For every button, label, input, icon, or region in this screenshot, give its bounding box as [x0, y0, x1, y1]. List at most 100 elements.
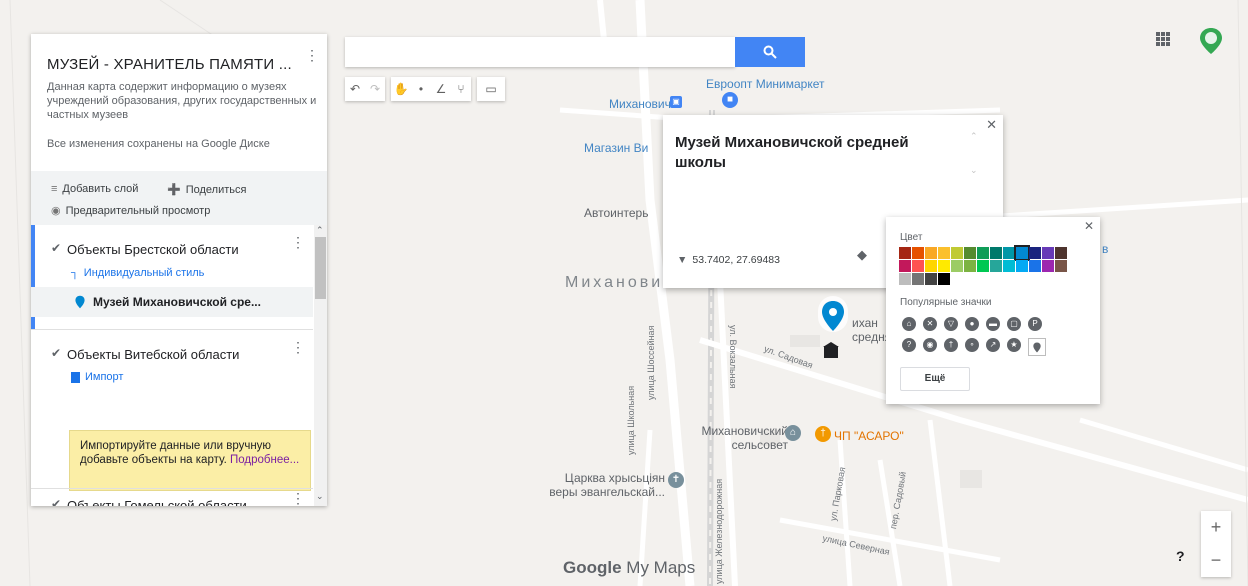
layer-checkbox-icon[interactable]: ✔ — [51, 346, 61, 360]
info-scroll[interactable]: ⌃ ⌄ — [970, 131, 986, 181]
hiking-icon[interactable]: ↗ — [986, 338, 1000, 352]
restaurant-poi-icon[interactable]: † — [815, 426, 831, 442]
zoom-controls: + − — [1201, 511, 1231, 577]
color-swatch[interactable] — [1003, 260, 1015, 272]
bike-icon[interactable]: ∘ — [965, 338, 979, 352]
more-icons-button[interactable]: Ещё — [900, 367, 970, 391]
search-input[interactable] — [345, 37, 741, 65]
line-icon[interactable]: ∠ — [431, 77, 451, 101]
color-swatch[interactable] — [951, 247, 963, 259]
church-poi-icon[interactable]: ✝ — [668, 472, 684, 488]
coordinates-text: 53.7402, 27.69483 — [692, 254, 780, 266]
color-swatch[interactable] — [964, 247, 976, 259]
camera-icon[interactable]: ◉ — [923, 338, 937, 352]
color-swatch[interactable] — [1042, 260, 1054, 272]
color-swatch[interactable] — [1029, 260, 1041, 272]
drink-icon[interactable]: ▽ — [944, 317, 958, 331]
color-swatch[interactable] — [990, 260, 1002, 272]
search-button[interactable] — [735, 37, 805, 67]
scroll-down-icon[interactable]: ⌄ — [970, 165, 978, 176]
color-swatch[interactable] — [1055, 260, 1067, 272]
color-swatch[interactable] — [951, 260, 963, 272]
color-swatch[interactable] — [938, 260, 950, 272]
layer-title[interactable]: Объекты Брестской области — [67, 242, 239, 257]
route-icon[interactable]: ⑂ — [451, 77, 471, 101]
color-swatch[interactable] — [925, 247, 937, 259]
hand-icon[interactable]: ✋ — [391, 77, 411, 101]
color-swatch[interactable] — [912, 247, 924, 259]
color-swatch[interactable] — [899, 247, 911, 259]
color-swatch[interactable] — [938, 273, 950, 285]
color-swatch[interactable] — [964, 260, 976, 272]
undo-icon[interactable]: ↶ — [345, 77, 365, 101]
scroll-up-icon[interactable]: ⌃ — [970, 131, 978, 142]
zoom-out-button[interactable]: − — [1201, 544, 1231, 577]
add-layer-button[interactable]: ≡ Добавить слой — [51, 183, 138, 195]
help-button[interactable]: ? — [1176, 548, 1185, 564]
scroll-down-icon[interactable]: ⌄ — [316, 491, 324, 502]
color-swatch[interactable] — [1003, 247, 1015, 259]
color-swatch[interactable] — [899, 273, 911, 285]
color-swatch[interactable] — [899, 260, 911, 272]
style-paint-bucket-icon[interactable]: ◆ — [857, 247, 867, 263]
color-swatch[interactable] — [1016, 260, 1028, 272]
close-icon[interactable]: ✕ — [986, 117, 997, 133]
question-icon[interactable]: ? — [902, 338, 916, 352]
share-button[interactable]: ➕ Поделиться — [167, 183, 246, 197]
map-description[interactable]: Данная карта содержит информацию о музея… — [47, 80, 317, 122]
redo-icon[interactable]: ↷ — [365, 77, 385, 101]
color-swatch[interactable] — [990, 247, 1002, 259]
learn-more-link[interactable]: Подробнее... — [230, 454, 299, 466]
color-swatch[interactable] — [1014, 245, 1030, 261]
close-icon[interactable]: ✕ — [1084, 219, 1094, 233]
shop-poi-icon[interactable]: ■ — [722, 92, 738, 108]
import-link[interactable]: Импорт — [71, 371, 123, 383]
color-swatch[interactable] — [925, 273, 937, 285]
layer-brest[interactable]: ✔ Объекты Брестской области ⋮ ┐ Индивиду… — [31, 225, 313, 329]
undo-redo-group: ↶ ↷ — [345, 77, 385, 101]
person-icon[interactable]: † — [944, 338, 958, 352]
color-swatch[interactable] — [938, 247, 950, 259]
layer-checkbox-icon[interactable]: ✔ — [51, 497, 61, 506]
star-icon[interactable]: ★ — [1007, 338, 1021, 352]
color-swatch[interactable] — [977, 247, 989, 259]
zoom-in-button[interactable]: + — [1201, 511, 1231, 544]
preview-button[interactable]: ◉ Предварительный просмотр — [51, 204, 210, 218]
layer-gomel[interactable]: ✔ Объекты Гомельской области ⋮ — [31, 489, 313, 506]
layers-scrollbar[interactable]: ⌃ ⌄ — [314, 225, 327, 506]
layer-options-kebab-icon[interactable]: ⋮ — [291, 235, 305, 249]
scrollbar-thumb[interactable] — [315, 237, 326, 299]
place-title[interactable]: Музей Михановичской средней школы — [675, 133, 935, 173]
car-icon[interactable]: ▬ — [986, 317, 1000, 331]
layer-item-museum[interactable]: Музей Михановичской сре... — [31, 287, 313, 317]
place-marker-icon[interactable] — [1028, 338, 1046, 356]
store-poi-icon[interactable]: ▣ — [670, 96, 682, 108]
bus-icon[interactable]: ▢ — [1007, 317, 1021, 331]
layer-title[interactable]: Объекты Витебской области — [67, 347, 239, 362]
government-poi-icon[interactable]: ⌂ — [785, 425, 801, 441]
apps-grid-icon[interactable] — [1156, 32, 1170, 46]
map-options-kebab-icon[interactable]: ⋮ — [305, 48, 319, 62]
color-swatch[interactable] — [1042, 247, 1054, 259]
color-swatch[interactable] — [925, 260, 937, 272]
home-icon[interactable]: ⌂ — [902, 317, 916, 331]
color-swatch[interactable] — [1055, 247, 1067, 259]
parking-icon[interactable]: P — [1028, 317, 1042, 331]
scroll-up-icon[interactable]: ⌃ — [316, 225, 324, 236]
selected-map-marker-icon[interactable] — [821, 300, 845, 332]
color-swatch[interactable] — [912, 260, 924, 272]
color-swatch[interactable] — [912, 273, 924, 285]
shopping-icon[interactable]: ● — [965, 317, 979, 331]
individual-style-link[interactable]: ┐ Индивидуальный стиль — [71, 267, 204, 279]
layer-title[interactable]: Объекты Гомельской области — [67, 498, 247, 506]
layer-options-kebab-icon[interactable]: ⋮ — [291, 491, 305, 505]
layer-options-kebab-icon[interactable]: ⋮ — [291, 340, 305, 354]
map-title[interactable]: МУЗЕЙ - ХРАНИТЕЛЬ ПАМЯТИ ... — [47, 56, 292, 73]
color-swatch[interactable] — [1029, 247, 1041, 259]
food-icon[interactable]: ✕ — [923, 317, 937, 331]
layer-checkbox-icon[interactable]: ✔ — [51, 241, 61, 255]
my-maps-logo-icon[interactable] — [1199, 27, 1223, 55]
ruler-icon[interactable]: ▭ — [477, 77, 505, 101]
color-swatch[interactable] — [977, 260, 989, 272]
marker-icon[interactable]: • — [411, 77, 431, 101]
